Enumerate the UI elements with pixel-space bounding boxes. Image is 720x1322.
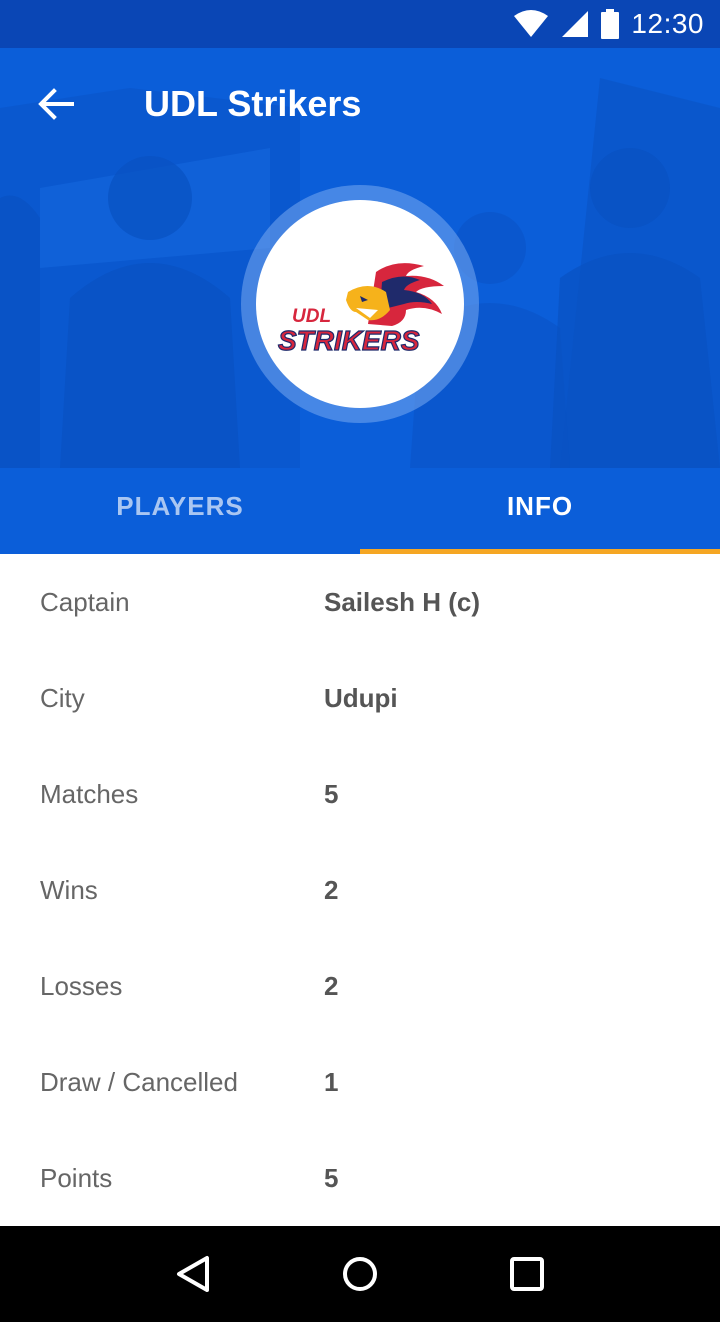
logo-text-udl: UDL [292, 306, 331, 327]
signal-icon [562, 11, 589, 37]
team-info-list: Captain Sailesh H (c) City Udupi Matches… [0, 554, 720, 1226]
info-value: 2 [324, 874, 339, 905]
logo-text-strikers: STRIKERS [278, 325, 420, 356]
status-bar: 12:30 [0, 0, 720, 48]
arrow-left-icon [38, 88, 74, 120]
info-row-draw-cancelled: Draw / Cancelled 1 [0, 1034, 720, 1130]
nav-back-button[interactable] [153, 1234, 233, 1314]
team-logo: UDL STRIKERS [256, 200, 464, 408]
info-row-city: City Udupi [0, 650, 720, 746]
info-value: Sailesh H (c) [324, 586, 481, 617]
tab-players[interactable]: PLAYERS [0, 458, 360, 554]
lion-logo-icon: UDL STRIKERS [277, 263, 444, 357]
info-label: Losses [40, 970, 123, 1001]
info-label: City [40, 682, 85, 713]
info-label: Wins [40, 874, 98, 905]
page-title: UDL Strikers [144, 83, 362, 124]
back-triangle-icon [177, 1256, 210, 1292]
info-label: Draw / Cancelled [40, 1066, 238, 1097]
status-time: 12:30 [631, 8, 704, 39]
info-row-captain: Captain Sailesh H (c) [0, 554, 720, 650]
info-row-matches: Matches 5 [0, 746, 720, 842]
tab-info-label: INFO [506, 490, 574, 521]
info-label: Points [40, 1162, 113, 1193]
tab-info[interactable]: INFO [360, 458, 720, 554]
info-value: 1 [324, 1066, 339, 1097]
team-header: UDL Strikers UDL STRIKERS PLAYERS INFO [0, 48, 720, 554]
back-button[interactable] [0, 48, 112, 160]
recents-square-icon [509, 1257, 544, 1291]
tab-bar: PLAYERS INFO [0, 458, 720, 554]
info-row-wins: Wins 2 [0, 842, 720, 938]
battery-icon [601, 9, 620, 39]
toolbar: UDL Strikers [0, 48, 720, 160]
info-row-points: Points 5 [0, 1130, 720, 1226]
info-value: Udupi [324, 682, 398, 713]
nav-home-button[interactable] [320, 1234, 400, 1314]
info-row-losses: Losses 2 [0, 938, 720, 1034]
wifi-icon [514, 10, 549, 37]
info-value: 5 [324, 778, 339, 809]
home-circle-icon [342, 1257, 377, 1291]
info-label: Captain [40, 586, 130, 617]
system-nav-bar [0, 1226, 720, 1322]
info-label: Matches [40, 778, 139, 809]
nav-recents-button[interactable] [487, 1234, 567, 1314]
tab-players-label: PLAYERS [116, 490, 244, 521]
info-value: 2 [324, 970, 339, 1001]
info-value: 5 [324, 1162, 339, 1193]
